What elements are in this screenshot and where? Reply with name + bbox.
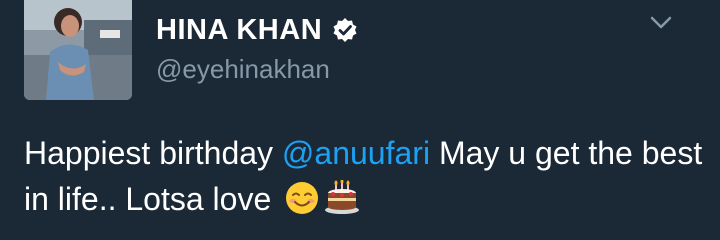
user-handle[interactable]: @eyehinakhan <box>156 54 330 85</box>
name-row: HINA KHAN <box>156 10 358 50</box>
verified-badge-icon <box>332 17 358 43</box>
chevron-down-icon[interactable] <box>648 12 674 34</box>
birthday-cake-emoji-icon <box>324 179 360 216</box>
tweet-text: Happiest birthday @anuufari May u get th… <box>24 130 704 222</box>
display-name[interactable]: HINA KHAN <box>156 14 322 47</box>
avatar[interactable] <box>24 0 132 100</box>
mention-link[interactable]: @anuufari <box>282 135 430 171</box>
tweet-text-start: Happiest birthday <box>24 135 282 171</box>
smiling-face-emoji-icon <box>284 180 320 216</box>
tweet-card: HINA KHAN @eyehinakhan Happiest birthday… <box>0 0 720 240</box>
